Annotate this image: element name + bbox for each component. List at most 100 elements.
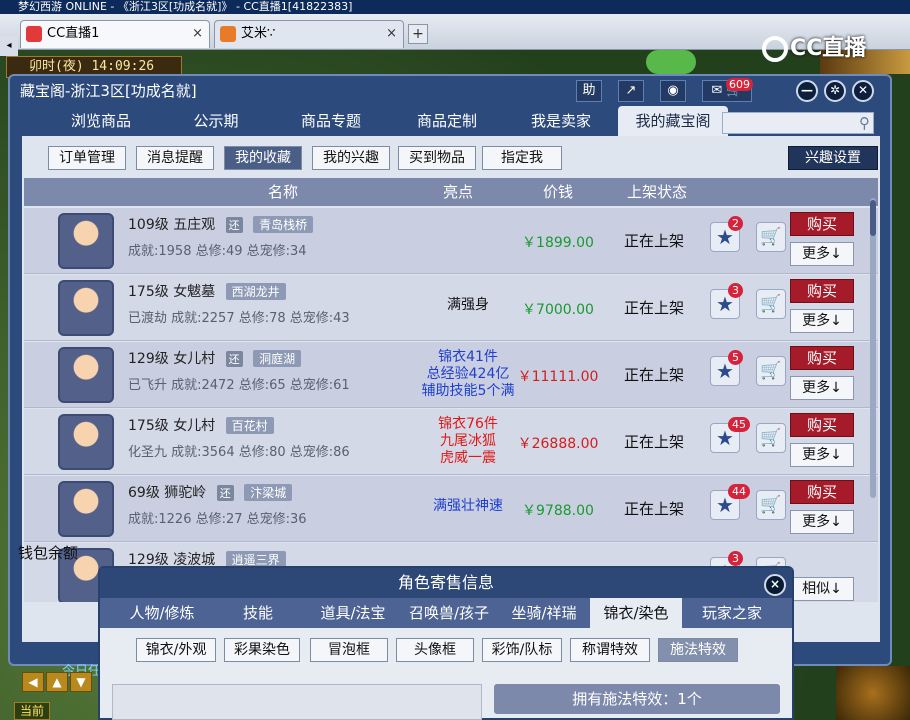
wallet-balance-label: 钱包余额 bbox=[18, 544, 79, 562]
character-avatar[interactable] bbox=[58, 414, 114, 470]
my-favorites-button[interactable]: 我的收藏 bbox=[224, 146, 302, 170]
listing-status: 正在上架 bbox=[623, 299, 684, 317]
listing-status: 正在上架 bbox=[623, 433, 684, 451]
buy-button[interactable]: 购买 bbox=[790, 480, 854, 504]
role-panel-tabs: 人物/修炼 技能 道具/法宝 召唤兽/孩子 坐骑/祥瑞 锦衣/染色 玩家之家 bbox=[100, 598, 792, 628]
character-avatar[interactable] bbox=[58, 481, 114, 537]
character-title[interactable]: 109级 五庄观 还 青岛栈桥 bbox=[128, 214, 314, 234]
more-button[interactable]: 更多↓ bbox=[790, 242, 854, 266]
order-management-button[interactable]: 订单管理 bbox=[48, 146, 126, 170]
returned-badge: 还 bbox=[225, 351, 243, 367]
cart-icon[interactable]: 🛒 bbox=[756, 289, 786, 319]
tab-scroll-left-button[interactable]: ◂ bbox=[0, 36, 18, 56]
more-button[interactable]: 更多↓ bbox=[790, 510, 854, 534]
ornament-button[interactable]: 彩饰/队标 bbox=[482, 638, 562, 662]
character-title[interactable]: 69级 狮驼岭 还 汴梁城 bbox=[128, 482, 293, 502]
close-icon[interactable]: ✕ bbox=[852, 80, 874, 102]
search-input[interactable]: ⚲ bbox=[722, 112, 874, 134]
close-icon[interactable]: × bbox=[764, 574, 786, 596]
outfit-appearance-button[interactable]: 锦衣/外观 bbox=[136, 638, 216, 662]
listing-status: 正在上架 bbox=[623, 232, 684, 250]
avatar-frame-button[interactable]: 头像框 bbox=[396, 638, 474, 662]
table-row[interactable]: 175级 女魃墓 西湖龙井 已渡劫 成就:2257 总修:78 总宠修:43 满… bbox=[24, 275, 878, 341]
browser-tab-aimi[interactable]: 艾米∵ × bbox=[214, 20, 404, 48]
tab-items[interactable]: 道具/法宝 bbox=[306, 598, 400, 628]
interest-settings-button[interactable]: 兴趣设置 bbox=[788, 146, 878, 170]
new-tab-button[interactable]: + bbox=[408, 24, 428, 44]
table-row[interactable]: 129级 女儿村 还 洞庭湖 已飞升 成就:2472 总修:65 总宠修:61 … bbox=[24, 342, 878, 408]
cast-effect-button[interactable]: 施法特效 bbox=[658, 638, 738, 662]
assigned-to-me-button[interactable]: 指定我 bbox=[482, 146, 562, 170]
tab-custom[interactable]: 商品定制 bbox=[392, 106, 502, 136]
arrow-up-icon[interactable]: ▲ bbox=[46, 672, 68, 692]
favorite-count-badge: 3 bbox=[728, 551, 743, 566]
table-row[interactable]: 69级 狮驼岭 还 汴梁城 成就:1226 总修:27 总宠修:36 满强壮神速… bbox=[24, 476, 878, 542]
current-channel-button[interactable]: 当前 bbox=[14, 702, 50, 720]
table-row[interactable]: 109级 五庄观 还 青岛栈桥 成就:1958 总修:49 总宠修:34 ￥18… bbox=[24, 208, 878, 274]
close-tab-icon[interactable]: × bbox=[192, 21, 203, 47]
column-name: 名称 bbox=[267, 183, 298, 201]
character-avatar[interactable] bbox=[58, 347, 114, 403]
message-reminder-button[interactable]: 消息提醒 bbox=[136, 146, 214, 170]
cart-icon[interactable]: 🛒 bbox=[756, 222, 786, 252]
tab-skills[interactable]: 技能 bbox=[212, 598, 304, 628]
buy-button[interactable]: 购买 bbox=[790, 279, 854, 303]
price-text: ￥7000.00 bbox=[522, 302, 594, 318]
close-tab-icon[interactable]: × bbox=[386, 21, 397, 47]
arrow-down-icon[interactable]: ▼ bbox=[70, 672, 92, 692]
bubble-frame-button[interactable]: 冒泡框 bbox=[310, 638, 388, 662]
tab-pets[interactable]: 召唤兽/孩子 bbox=[402, 598, 496, 628]
cart-icon[interactable]: 🛒 bbox=[756, 423, 786, 453]
character-title[interactable]: 129级 女儿村 还 洞庭湖 bbox=[128, 348, 302, 368]
character-avatar[interactable] bbox=[58, 280, 114, 336]
message-count-badge: 609 bbox=[726, 78, 753, 91]
returned-badge: 还 bbox=[225, 217, 243, 233]
column-status: 上架状态 bbox=[626, 183, 687, 201]
more-button[interactable]: 更多↓ bbox=[790, 309, 854, 333]
tab-public[interactable]: 公示期 bbox=[166, 106, 266, 136]
my-interests-button[interactable]: 我的兴趣 bbox=[312, 146, 390, 170]
returned-badge: 还 bbox=[216, 485, 234, 501]
title-effect-button[interactable]: 称谓特效 bbox=[570, 638, 650, 662]
tab-outfits[interactable]: 锦衣/染色 bbox=[590, 598, 682, 628]
price-text: ￥26888.00 bbox=[517, 436, 599, 452]
share-icon[interactable]: ↗ bbox=[618, 80, 644, 102]
arrow-left-icon[interactable]: ◀ bbox=[22, 672, 44, 692]
minimize-icon[interactable]: — bbox=[796, 80, 818, 102]
column-highlight: 亮点 bbox=[442, 183, 473, 201]
list-scrollbar[interactable] bbox=[870, 198, 876, 498]
more-button[interactable]: 更多↓ bbox=[790, 376, 854, 400]
dye-button[interactable]: 彩果染色 bbox=[224, 638, 300, 662]
cart-icon[interactable]: 🛒 bbox=[756, 356, 786, 386]
character-title[interactable]: 175级 女魃墓 西湖龙井 bbox=[128, 281, 286, 301]
more-button[interactable]: 更多↓ bbox=[790, 443, 854, 467]
role-panel-title: 角色寄售信息 bbox=[100, 568, 792, 598]
tab-topics[interactable]: 商品专题 bbox=[276, 106, 386, 136]
tab-my-pavilion[interactable]: 我的藏宝阁 bbox=[618, 106, 728, 136]
character-stats: 成就:1958 总修:49 总宠修:34 bbox=[128, 244, 307, 259]
cart-icon[interactable]: 🛒 bbox=[756, 490, 786, 520]
tab-character[interactable]: 人物/修炼 bbox=[114, 598, 210, 628]
favorite-count-badge: 2 bbox=[728, 216, 743, 231]
character-title[interactable]: 175级 女儿村 百花村 bbox=[128, 415, 274, 435]
buy-button[interactable]: 购买 bbox=[790, 346, 854, 370]
tab-mounts[interactable]: 坐骑/祥瑞 bbox=[498, 598, 590, 628]
column-price: 价钱 bbox=[542, 183, 573, 201]
character-avatar[interactable] bbox=[58, 213, 114, 269]
browser-tab-cc[interactable]: CC直播1 × bbox=[20, 20, 210, 48]
help-button[interactable]: 助 bbox=[576, 80, 602, 102]
tab-label: 艾米∵ bbox=[241, 26, 276, 41]
buy-button[interactable]: 购买 bbox=[790, 212, 854, 236]
buy-button[interactable]: 购买 bbox=[790, 413, 854, 437]
listing-status: 正在上架 bbox=[623, 500, 684, 518]
list-scroll-thumb[interactable] bbox=[870, 200, 876, 236]
tab-browse[interactable]: 浏览商品 bbox=[46, 106, 156, 136]
tab-seller[interactable]: 我是卖家 bbox=[506, 106, 616, 136]
search-icon[interactable]: ⚲ bbox=[859, 114, 870, 132]
more-button[interactable]: 相似↓ bbox=[790, 577, 854, 601]
purchased-items-button[interactable]: 买到物品 bbox=[398, 146, 476, 170]
tab-home[interactable]: 玩家之家 bbox=[684, 598, 780, 628]
settings-icon[interactable]: ◉ bbox=[660, 80, 686, 102]
table-row[interactable]: 175级 女儿村 百花村 化圣九 成就:3564 总修:80 总宠修:86 锦衣… bbox=[24, 409, 878, 475]
gear-icon[interactable]: ✲ bbox=[824, 80, 846, 102]
